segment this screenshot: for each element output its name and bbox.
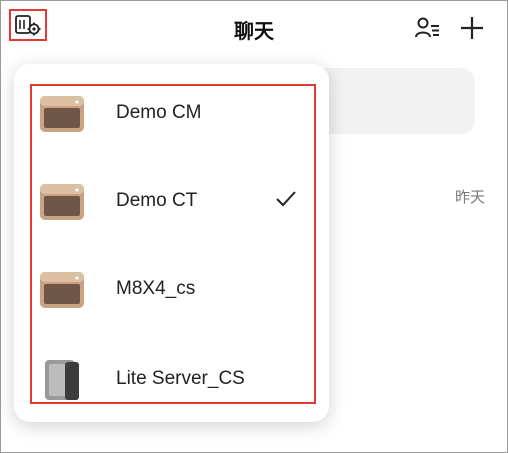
nas-gold-icon bbox=[40, 96, 84, 132]
server-name: Demo CM bbox=[116, 102, 202, 123]
nas-gold-icon bbox=[40, 184, 84, 220]
nas-lite-icon bbox=[45, 360, 79, 400]
plus-icon bbox=[461, 17, 483, 39]
server-item-lite-server-cs[interactable]: Lite Server_CS bbox=[34, 344, 314, 414]
server-name: Demo CT bbox=[116, 190, 198, 211]
add-button[interactable] bbox=[458, 14, 486, 42]
server-item-m8x4-cs[interactable]: M8X4_cs bbox=[34, 254, 314, 324]
contacts-button[interactable] bbox=[414, 16, 440, 40]
chat-timestamp: 昨天 bbox=[455, 189, 486, 206]
server-item-demo-cm[interactable]: Demo CM bbox=[34, 78, 314, 148]
header: 聊天 bbox=[0, 0, 508, 58]
server-item-demo-ct[interactable]: Demo CT bbox=[34, 166, 314, 236]
contacts-icon bbox=[415, 17, 439, 38]
server-name: M8X4_cs bbox=[116, 278, 196, 299]
nas-gold-icon bbox=[40, 272, 84, 308]
checkmark-icon bbox=[276, 191, 296, 207]
server-name: Lite Server_CS bbox=[116, 368, 245, 389]
